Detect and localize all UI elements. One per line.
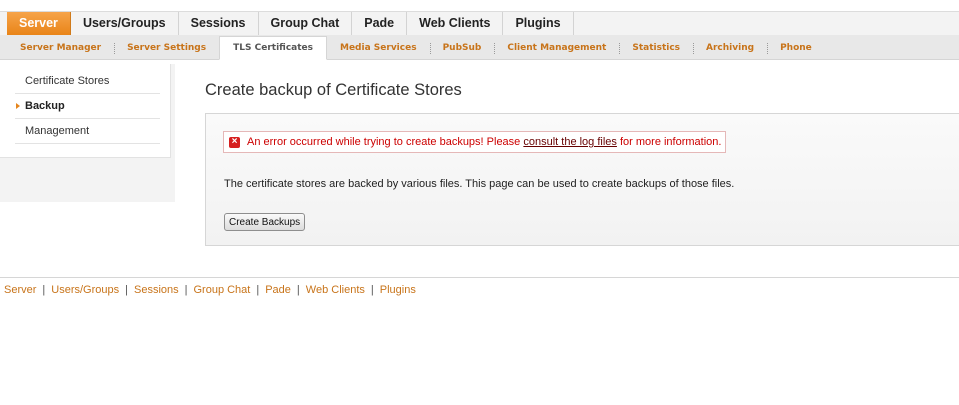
tab-plugins[interactable]: Plugins [503,12,574,35]
create-backups-button[interactable]: Create Backups [224,213,306,231]
subtab-media-services[interactable]: Media Services [327,41,430,59]
sidebar-item-label: Management [25,125,90,137]
subtab-archiving[interactable]: Archiving [693,41,767,59]
tab-users-groups[interactable]: Users/Groups [71,12,179,35]
subtab-server-settings[interactable]: Server Settings [114,41,219,59]
sidebar: Certificate Stores Backup Management [0,64,175,202]
tab-sessions[interactable]: Sessions [179,12,259,35]
error-icon: × [229,137,240,148]
footer-separator: | [42,284,46,296]
sub-navigation: Server Manager Server Settings TLS Certi… [0,35,959,60]
subtab-phone[interactable]: Phone [767,41,825,59]
error-text-after: for more information. [616,136,722,148]
footer-navigation: Server | Users/Groups | Sessions | Group Chat |… [0,277,959,296]
page-description: The certificate stores are backed by var… [224,178,735,190]
sidebar-item-label: Backup [25,100,65,112]
footer-link-sessions[interactable]: Sessions [134,284,179,296]
subtab-pubsub[interactable]: PubSub [429,41,495,59]
footer-link-plugins[interactable]: Plugins [380,284,416,296]
sidebar-item-certificate-stores[interactable]: Certificate Stores [15,69,160,94]
footer-separator: | [184,284,188,296]
main-navigation: Server Users/Groups Sessions Group Chat … [0,11,959,36]
tab-server[interactable]: Server [7,12,71,35]
log-files-link[interactable]: consult the log files [523,136,617,148]
subtab-statistics[interactable]: Statistics [619,41,693,59]
subtab-client-management[interactable]: Client Management [494,41,619,59]
footer-link-web-clients[interactable]: Web Clients [306,284,365,296]
sidebar-menu: Certificate Stores Backup Management [0,64,171,158]
content-panel: × An error occurred while trying to crea… [205,113,959,246]
footer-separator: | [125,284,128,296]
subtab-server-manager[interactable]: Server Manager [7,41,114,59]
footer-link-group-chat[interactable]: Group Chat [193,284,250,296]
footer-link-pade[interactable]: Pade [265,284,291,296]
tab-group-chat[interactable]: Group Chat [259,12,353,35]
sidebar-item-label: Certificate Stores [25,75,110,87]
footer-separator: | [370,284,374,296]
error-message: × An error occurred while trying to crea… [223,131,727,153]
page-title: Create backup of Certificate Stores [205,81,462,99]
error-text-before: An error occurred while trying to create… [247,136,524,148]
tab-web-clients[interactable]: Web Clients [407,12,504,35]
footer-link-server[interactable]: Server [4,284,36,296]
sidebar-item-backup[interactable]: Backup [15,94,160,119]
tab-pade[interactable]: Pade [352,12,408,35]
caret-right-icon [16,103,20,109]
sidebar-item-management[interactable]: Management [15,119,160,144]
subtab-tls-certificates[interactable]: TLS Certificates [219,36,327,60]
footer-separator: | [256,284,260,296]
footer-link-users-groups[interactable]: Users/Groups [51,284,119,296]
footer-separator: | [296,284,300,296]
